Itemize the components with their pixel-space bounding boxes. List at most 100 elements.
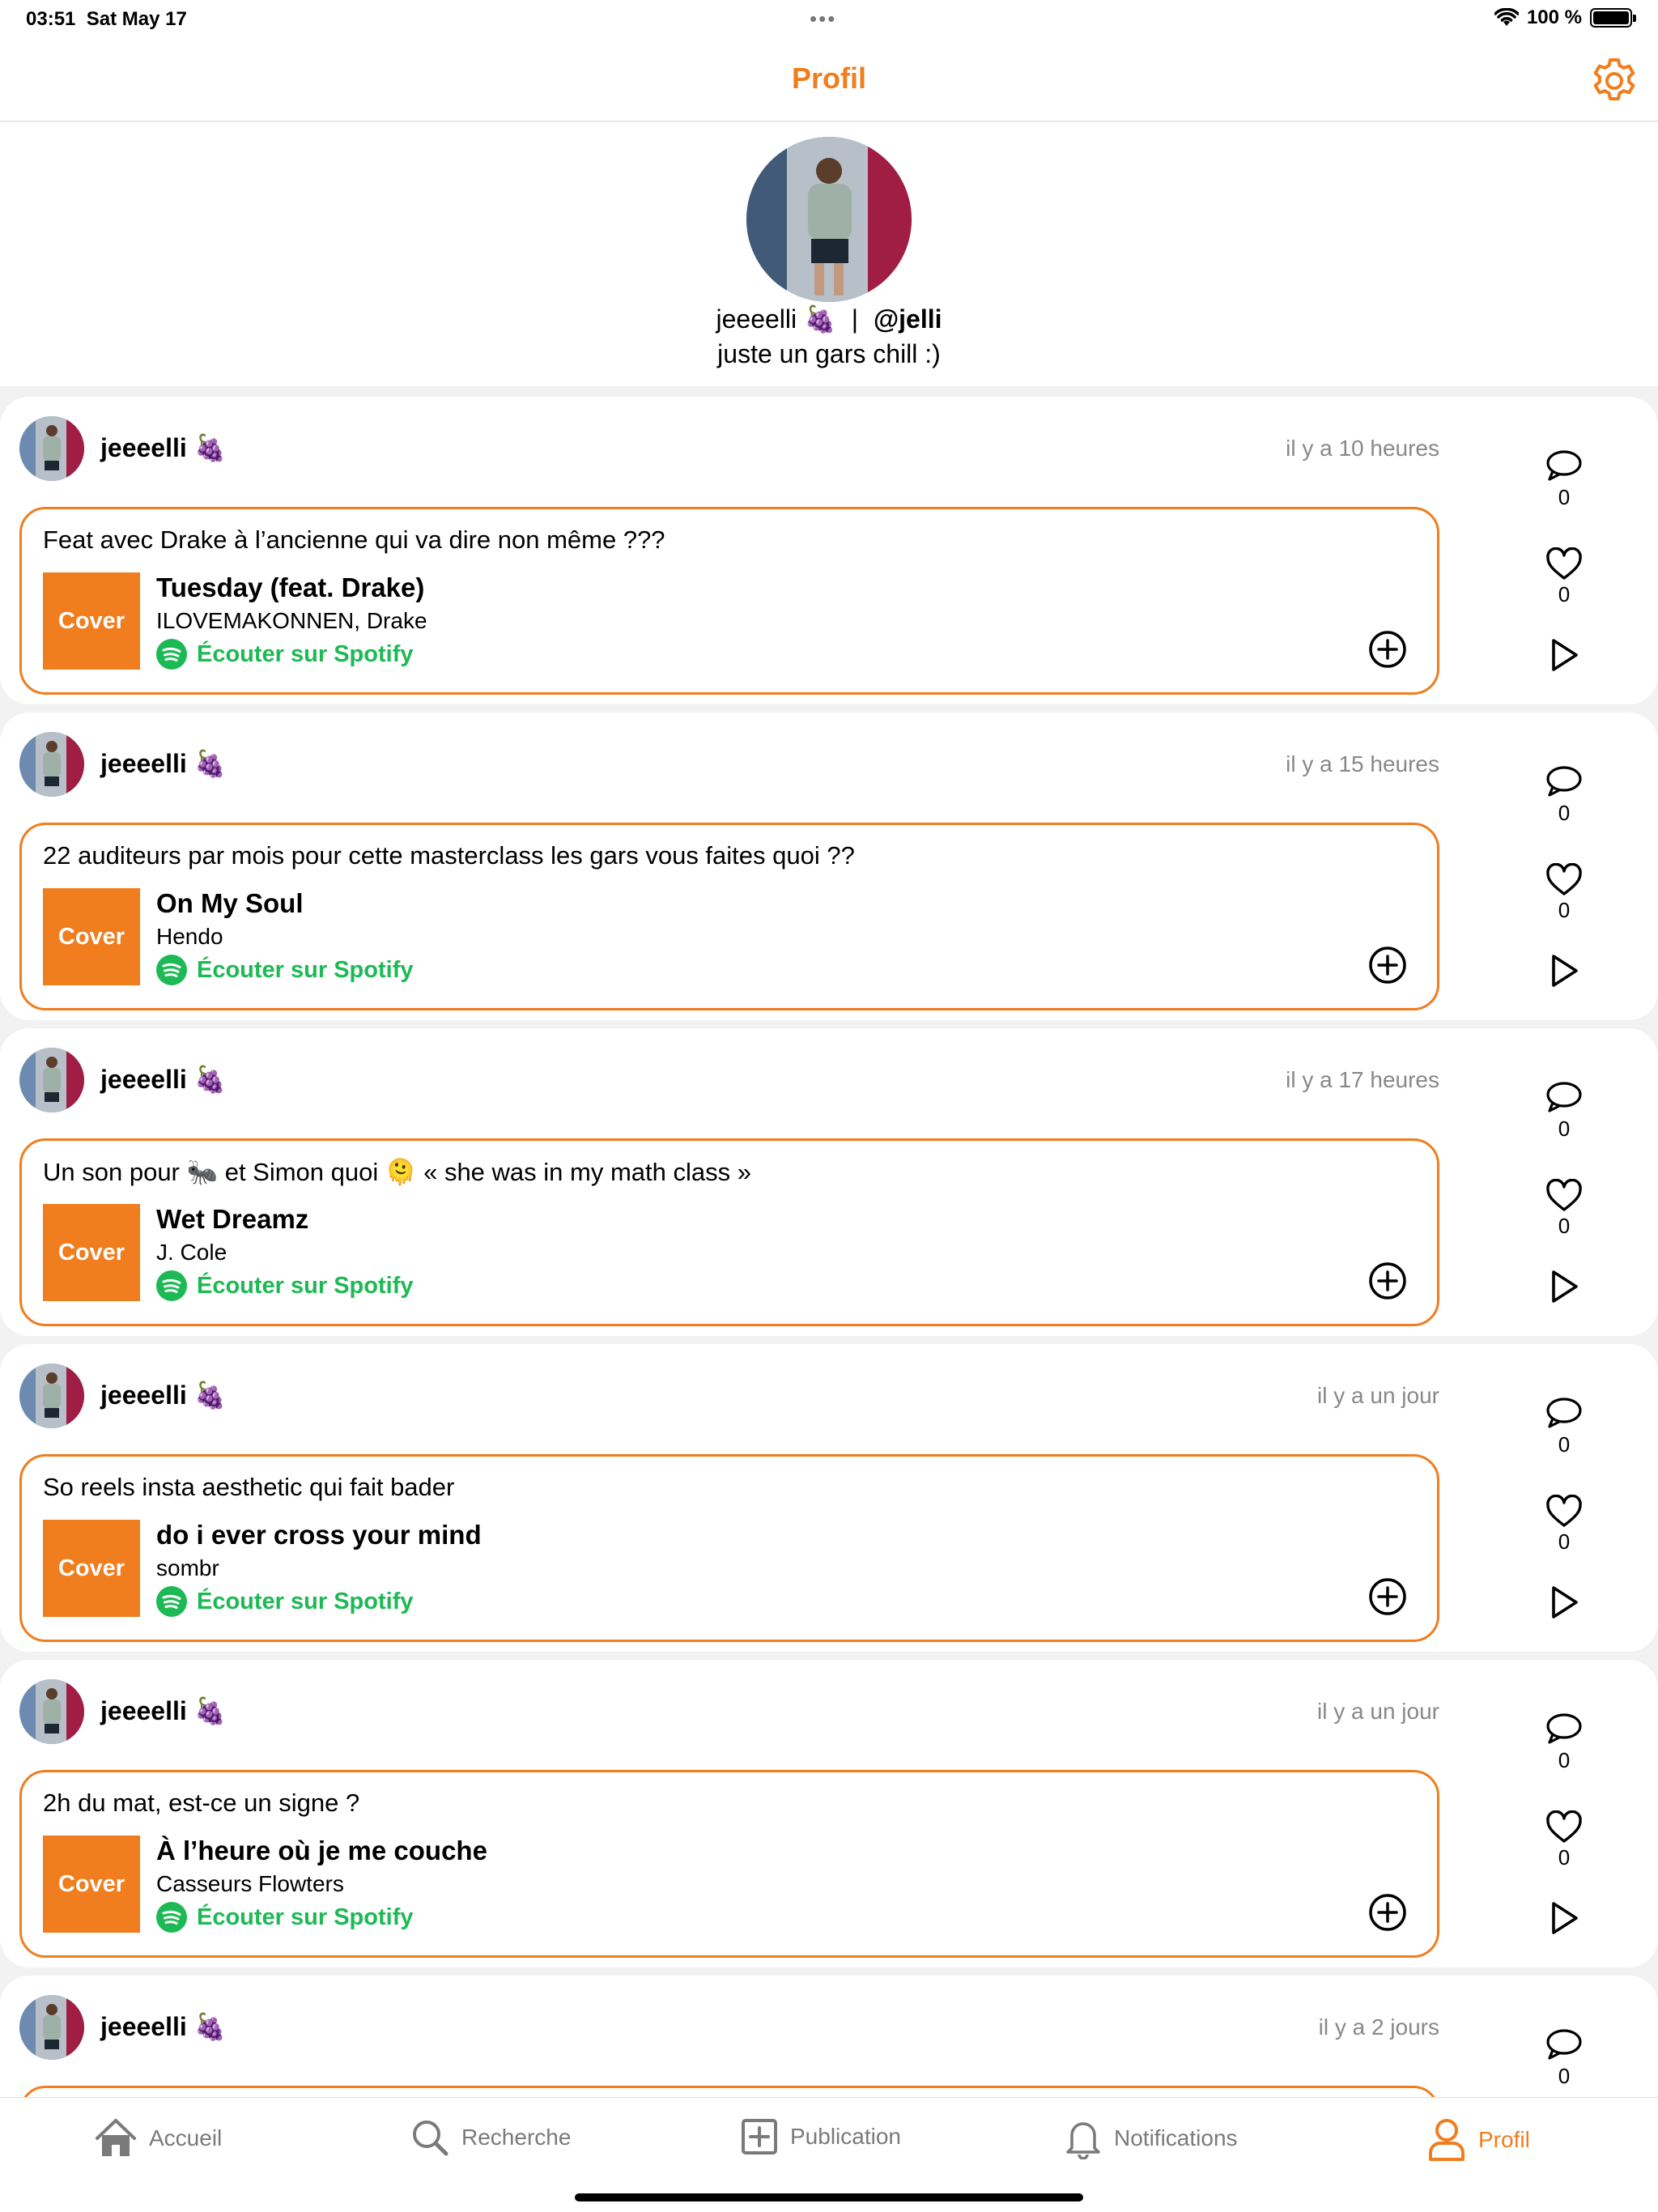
like-count: 0 [1558,582,1571,606]
play-button[interactable] [1525,952,1603,993]
spotify-icon [156,639,187,670]
play-button[interactable] [1525,1899,1603,1941]
comment-button[interactable]: 0 [1525,2027,1603,2089]
home-indicator[interactable] [575,2193,1083,2201]
profile-avatar[interactable] [746,137,912,302]
person-icon [1429,2119,1465,2161]
tab-notifications[interactable]: Notifications [1064,2117,1238,2159]
post-card: jeeeelli 🍇 il y a 10 heures Feat avec Dr… [0,397,1658,704]
spotify-link[interactable]: Écouter sur Spotify [156,1270,414,1301]
play-icon [1552,955,1578,987]
comment-button[interactable]: 0 [1525,764,1603,826]
post-content: Un son pour 🐜 et Simon quoi 🫠 « she was … [19,1138,1439,1326]
comment-button[interactable]: 0 [1525,1396,1603,1457]
tab-label: Accueil [149,2125,223,2150]
post-content: 22 auditeurs par mois pour cette masterc… [19,823,1439,1010]
play-button[interactable] [1525,636,1603,678]
multitask-dots[interactable]: ••• [810,6,836,32]
post-username[interactable]: jeeeelli 🍇 [100,1380,226,1410]
post-timestamp: il y a 17 heures [1286,1067,1439,1092]
home-icon [96,2119,136,2156]
add-circle-icon[interactable] [1367,629,1408,670]
comment-button[interactable]: 0 [1525,1712,1603,1773]
comment-button[interactable]: 0 [1525,449,1603,510]
status-right: 100 % [1494,6,1636,29]
add-circle-icon[interactable] [1367,945,1408,985]
post-text: So reels insta aesthetic qui fait bader [43,1473,455,1501]
like-count: 0 [1558,1214,1571,1238]
play-button[interactable] [1525,1584,1603,1625]
track-artist: Casseurs Flowters [156,1871,344,1896]
post-avatar[interactable] [19,1048,84,1112]
post-avatar[interactable] [19,1679,84,1744]
spotify-label: Écouter sur Spotify [197,1904,414,1930]
play-button[interactable] [1525,1268,1603,1309]
track-title: Wet Dreamz [156,1204,309,1234]
post-avatar[interactable] [19,416,84,481]
post-avatar[interactable] [19,1995,84,2060]
play-icon [1552,639,1578,671]
post-timestamp: il y a 15 heures [1286,751,1439,776]
track-title: À l’heure où je me couche [156,1836,487,1865]
tab-publication[interactable]: Publication [740,2117,901,2156]
post-feed[interactable]: jeeeelli 🍇 il y a 10 heures Feat avec Dr… [0,397,1658,2097]
like-button[interactable]: 0 [1525,1494,1603,1555]
post-avatar[interactable] [19,1363,84,1428]
spotify-icon [156,1902,187,1933]
add-circle-icon[interactable] [1367,1261,1408,1301]
tab-label: Publication [790,2124,901,2149]
play-icon [1552,1270,1578,1303]
post-username[interactable]: jeeeelli 🍇 [100,1064,226,1095]
track-title: On My Soul [156,888,304,918]
tab-label: Recherche [461,2125,572,2150]
play-icon [1552,1902,1578,1934]
spotify-link[interactable]: Écouter sur Spotify [156,1902,414,1933]
battery-icon [1590,8,1636,28]
post-card: jeeeelli 🍇 il y a 15 heures 22 auditeurs… [0,713,1658,1020]
comment-count: 0 [1558,1748,1571,1772]
tab-recherche[interactable]: Recherche [410,2117,571,2158]
track-artist: ILOVEMAKONNEN, Drake [156,608,427,633]
like-button[interactable]: 0 [1525,862,1603,923]
spotify-label: Écouter sur Spotify [197,1272,414,1299]
spotify-link[interactable]: Écouter sur Spotify [156,1586,414,1617]
spotify-icon [156,1586,187,1617]
spotify-link[interactable]: Écouter sur Spotify [156,955,414,985]
like-button[interactable]: 0 [1525,547,1603,607]
track-title: Tuesday (feat. Drake) [156,572,425,602]
add-circle-icon[interactable] [1367,1892,1408,1933]
post-username[interactable]: jeeeelli 🍇 [100,748,226,779]
post-username[interactable]: jeeeelli 🍇 [100,2011,226,2042]
wifi-icon [1494,8,1519,26]
heart-icon [1546,1178,1582,1211]
profile-handle: @jelli [873,304,942,334]
post-text: 22 auditeurs par mois pour cette masterc… [43,841,855,870]
post-avatar[interactable] [19,732,84,797]
status-bar: 03:51 Sat May 17 ••• 100 % [0,0,1658,40]
gear-icon[interactable] [1588,55,1640,107]
post-username[interactable]: jeeeelli 🍇 [100,1695,226,1726]
comment-icon [1546,1082,1582,1112]
tab-profil[interactable]: Profil [1426,2117,1530,2163]
bell-icon [1066,2122,1100,2159]
comment-button[interactable]: 0 [1525,1080,1603,1142]
post-username[interactable]: jeeeelli 🍇 [100,432,226,463]
post-card: jeeeelli 🍇 il y a un jour So reels insta… [0,1344,1658,1652]
search-icon [413,2121,449,2156]
track-artist: J. Cole [156,1240,227,1265]
spotify-link[interactable]: Écouter sur Spotify [156,639,414,670]
cover-image: Cover [43,572,140,670]
like-button[interactable]: 0 [1525,1178,1603,1239]
post-text: Feat avec Drake à l’ancienne qui va dire… [43,525,665,554]
comment-icon [1546,766,1582,797]
name-separator: | [851,304,859,334]
heart-icon [1546,547,1582,580]
add-circle-icon[interactable] [1367,1576,1408,1617]
comment-icon [1546,450,1582,481]
tab-accueil[interactable]: Accueil [94,2117,222,2159]
profile-bio: juste un gars chill :) [717,339,941,368]
nav-bar: Profil [0,40,1658,121]
comment-icon [1546,1713,1582,1744]
post-card: jeeeelli 🍇 il y a 2 jours 0 [0,1976,1658,2097]
like-button[interactable]: 0 [1525,1810,1603,1870]
